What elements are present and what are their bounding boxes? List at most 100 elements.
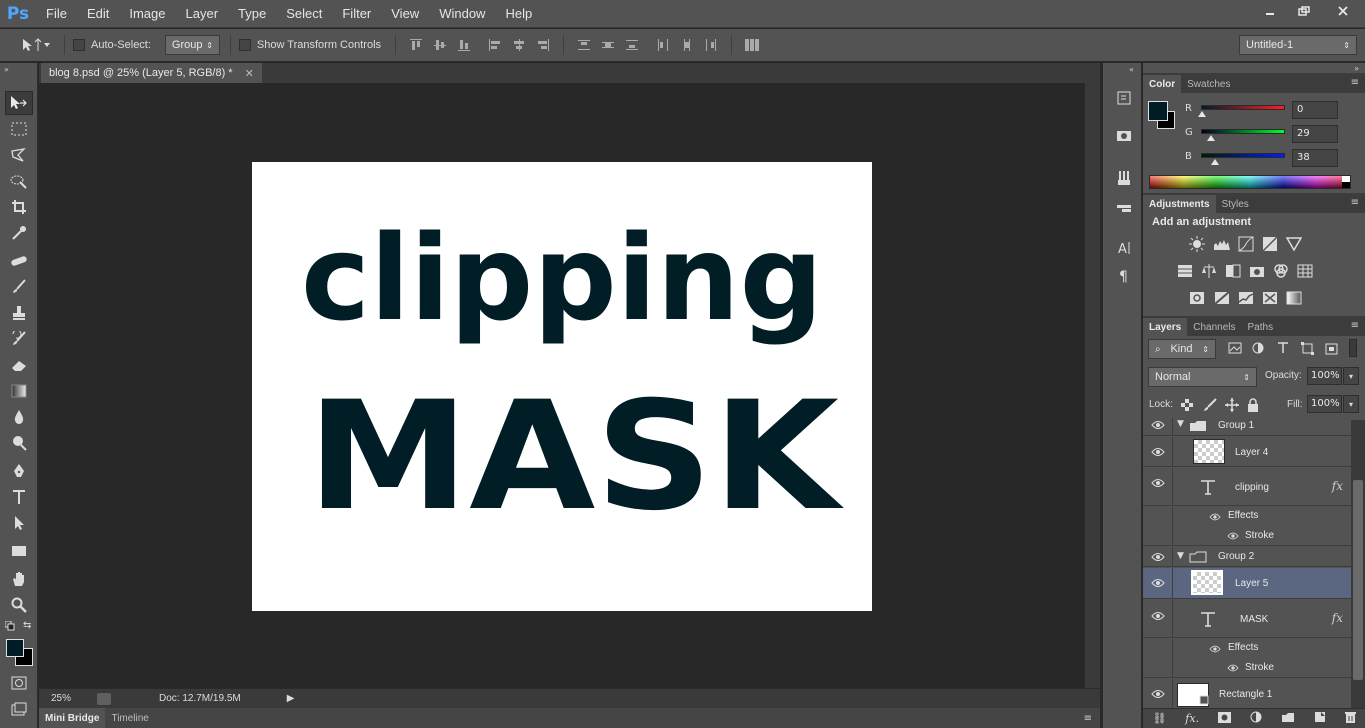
screen-mode-tool[interactable] — [5, 697, 33, 721]
blue-value-field[interactable]: 38 — [1292, 149, 1338, 167]
quick-select-tool[interactable] — [5, 169, 33, 193]
channel-mixer-icon[interactable] — [1271, 262, 1291, 280]
gradient-map-icon[interactable] — [1284, 289, 1304, 307]
eye-icon[interactable] — [1227, 531, 1239, 541]
blend-mode-dropdown[interactable]: Normal ⇕ — [1148, 367, 1257, 387]
clone-stamp-tool[interactable] — [5, 301, 33, 325]
tab-timeline[interactable]: Timeline — [105, 708, 154, 728]
menu-edit[interactable]: Edit — [77, 0, 119, 28]
layer-row-group-1[interactable]: ▼ Group 1 — [1143, 418, 1351, 436]
status-menu-arrow-icon[interactable]: ▶ — [287, 693, 295, 704]
blue-slider-track[interactable] — [1201, 153, 1285, 158]
lock-all-icon[interactable] — [1247, 398, 1259, 415]
quick-mask-tool[interactable] — [5, 671, 33, 695]
layers-scrollbar[interactable] — [1351, 420, 1365, 710]
history-panel-icon[interactable] — [1113, 87, 1135, 109]
swap-colors-icon[interactable]: ⇆ — [23, 620, 31, 631]
red-value-field[interactable]: 0 — [1292, 101, 1338, 119]
rectangle-tool[interactable] — [5, 539, 33, 563]
eye-icon[interactable] — [1151, 477, 1165, 489]
move-tool-preset[interactable] — [20, 37, 56, 53]
layer-row-layer-5[interactable]: Layer 5 — [1143, 568, 1351, 599]
lock-pixels-icon[interactable] — [1203, 398, 1217, 415]
distribute-vcenter-icon[interactable] — [599, 38, 617, 52]
layer-stroke-effect-row[interactable]: Stroke — [1143, 526, 1351, 546]
eraser-tool[interactable] — [5, 353, 33, 377]
blue-slider-thumb[interactable] — [1211, 159, 1219, 165]
document-tab[interactable]: blog 8.psd @ 25% (Layer 5, RGB/8) * ✕ — [41, 63, 262, 83]
menu-file[interactable]: File — [36, 0, 77, 28]
tab-styles[interactable]: Styles — [1216, 195, 1255, 213]
bottom-panel-menu-icon[interactable]: ≡ — [1084, 713, 1092, 724]
collapse-dock-icon[interactable]: « — [1129, 65, 1134, 74]
canvas-vertical-scrollbar[interactable] — [1085, 83, 1100, 688]
history-brush-tool[interactable] — [5, 327, 33, 351]
tab-channels[interactable]: Channels — [1187, 318, 1241, 336]
threshold-icon[interactable] — [1236, 289, 1256, 307]
photo-filter-icon[interactable] — [1247, 262, 1267, 280]
opacity-dropdown-arrow[interactable]: ▾ — [1343, 367, 1359, 385]
layer-row-layer-4[interactable]: Layer 4 — [1143, 437, 1351, 467]
foreground-color-swatch[interactable] — [6, 639, 24, 657]
red-slider-thumb[interactable] — [1198, 111, 1206, 117]
distribute-hcenter-icon[interactable] — [678, 38, 696, 52]
align-hcenter-icon[interactable] — [510, 38, 528, 52]
eye-icon[interactable] — [1151, 610, 1165, 622]
hand-tool[interactable] — [5, 567, 33, 591]
hue-saturation-icon[interactable] — [1175, 262, 1195, 280]
layer-row-mask[interactable]: MASK fx — [1143, 600, 1351, 638]
color-panel-menu-icon[interactable]: ≡ — [1351, 77, 1359, 88]
menu-window[interactable]: Window — [429, 0, 495, 28]
tab-adjustments[interactable]: Adjustments — [1143, 195, 1216, 213]
eye-icon[interactable] — [1151, 446, 1165, 458]
group-expand-icon[interactable]: ▼ — [1177, 419, 1184, 429]
close-tab-icon[interactable]: ✕ — [245, 67, 254, 80]
menu-type[interactable]: Type — [228, 0, 276, 28]
adjustments-panel-menu-icon[interactable]: ≡ — [1351, 197, 1359, 208]
distribute-bottom-icon[interactable] — [623, 38, 641, 52]
layers-scrollbar-thumb[interactable] — [1353, 480, 1363, 680]
align-top-icon[interactable] — [407, 38, 425, 52]
selective-color-icon[interactable] — [1260, 289, 1280, 307]
color-balance-icon[interactable] — [1199, 262, 1219, 280]
blur-tool[interactable] — [5, 405, 33, 429]
layer-row-group-2[interactable]: ▼ Group 2 — [1143, 547, 1351, 567]
close-window-button[interactable] — [1321, 0, 1365, 22]
posterize-icon[interactable] — [1212, 289, 1232, 307]
fill-dropdown-arrow[interactable]: ▾ — [1343, 395, 1359, 413]
eye-icon[interactable] — [1151, 419, 1165, 431]
lock-position-icon[interactable] — [1225, 398, 1239, 415]
clone-source-icon[interactable] — [1113, 197, 1135, 219]
distribute-top-icon[interactable] — [575, 38, 593, 52]
vibrance-icon[interactable] — [1284, 235, 1304, 253]
auto-select-dropdown[interactable]: Group ⇕ — [164, 35, 220, 55]
brush-presets-icon[interactable] — [1113, 167, 1135, 189]
tab-layers[interactable]: Layers — [1143, 318, 1188, 336]
add-mask-icon[interactable] — [1217, 711, 1231, 726]
color-lookup-icon[interactable] — [1295, 262, 1315, 280]
green-slider-thumb[interactable] — [1207, 135, 1215, 141]
minimize-button[interactable] — [1253, 0, 1287, 22]
eye-icon[interactable] — [1151, 688, 1165, 700]
brightness-contrast-icon[interactable] — [1187, 235, 1207, 253]
zoom-tool[interactable] — [5, 593, 33, 617]
distribute-left-icon[interactable] — [654, 38, 672, 52]
filter-toggle-icon[interactable] — [1349, 339, 1357, 357]
canvas-workspace[interactable]: clipping MASK — [39, 83, 1085, 688]
eye-icon[interactable] — [1209, 512, 1221, 522]
canvas-text-mask[interactable]: MASK — [307, 370, 844, 544]
brush-tool[interactable] — [5, 275, 33, 299]
document-canvas[interactable]: clipping MASK — [252, 162, 872, 611]
menu-image[interactable]: Image — [119, 0, 175, 28]
pen-tool[interactable] — [5, 459, 33, 483]
properties-panel-icon[interactable] — [1113, 125, 1135, 147]
lock-transparent-icon[interactable] — [1181, 399, 1193, 414]
add-layer-style-icon[interactable]: fx. — [1185, 712, 1199, 725]
invert-icon[interactable] — [1187, 289, 1207, 307]
gradient-tool[interactable] — [5, 379, 33, 403]
distribute-right-icon[interactable] — [702, 38, 720, 52]
group-expand-icon[interactable]: ▼ — [1177, 551, 1184, 561]
fill-field[interactable]: 100% — [1307, 395, 1342, 413]
fx-icon[interactable]: fx — [1332, 611, 1343, 625]
levels-icon[interactable] — [1212, 235, 1232, 253]
